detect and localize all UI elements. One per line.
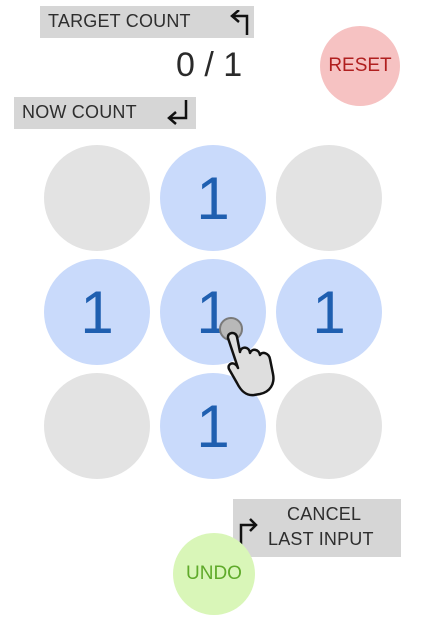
return-arrow-icon <box>167 100 188 125</box>
cancel-text: CANCEL <box>287 504 362 524</box>
cancel-last-input-label: CANCEL LAST INPUT <box>233 499 401 557</box>
last-input-text: LAST INPUT <box>268 529 374 549</box>
now-count-text: NOW COUNT <box>22 102 137 122</box>
now-count-value: 0 <box>176 46 195 84</box>
grid-cell[interactable] <box>276 145 382 251</box>
return-arrow-icon <box>230 10 249 35</box>
now-count-label: NOW COUNT <box>14 97 196 129</box>
target-count-value: 1 <box>223 46 243 84</box>
count-separator: / <box>194 46 224 84</box>
grid-cell[interactable] <box>44 145 150 251</box>
target-count-text: TARGET COUNT <box>48 11 191 31</box>
grid-cell[interactable] <box>44 373 150 479</box>
grid-cell[interactable]: 1 <box>44 259 150 365</box>
pointing-hand-icon <box>219 317 275 397</box>
reset-button[interactable]: RESET <box>320 26 400 106</box>
grid-cell[interactable]: 1 <box>160 145 266 251</box>
undo-button[interactable]: UNDO <box>173 533 255 615</box>
target-count-label: TARGET COUNT <box>40 6 254 38</box>
count-display: 0 / 1 <box>176 46 242 85</box>
